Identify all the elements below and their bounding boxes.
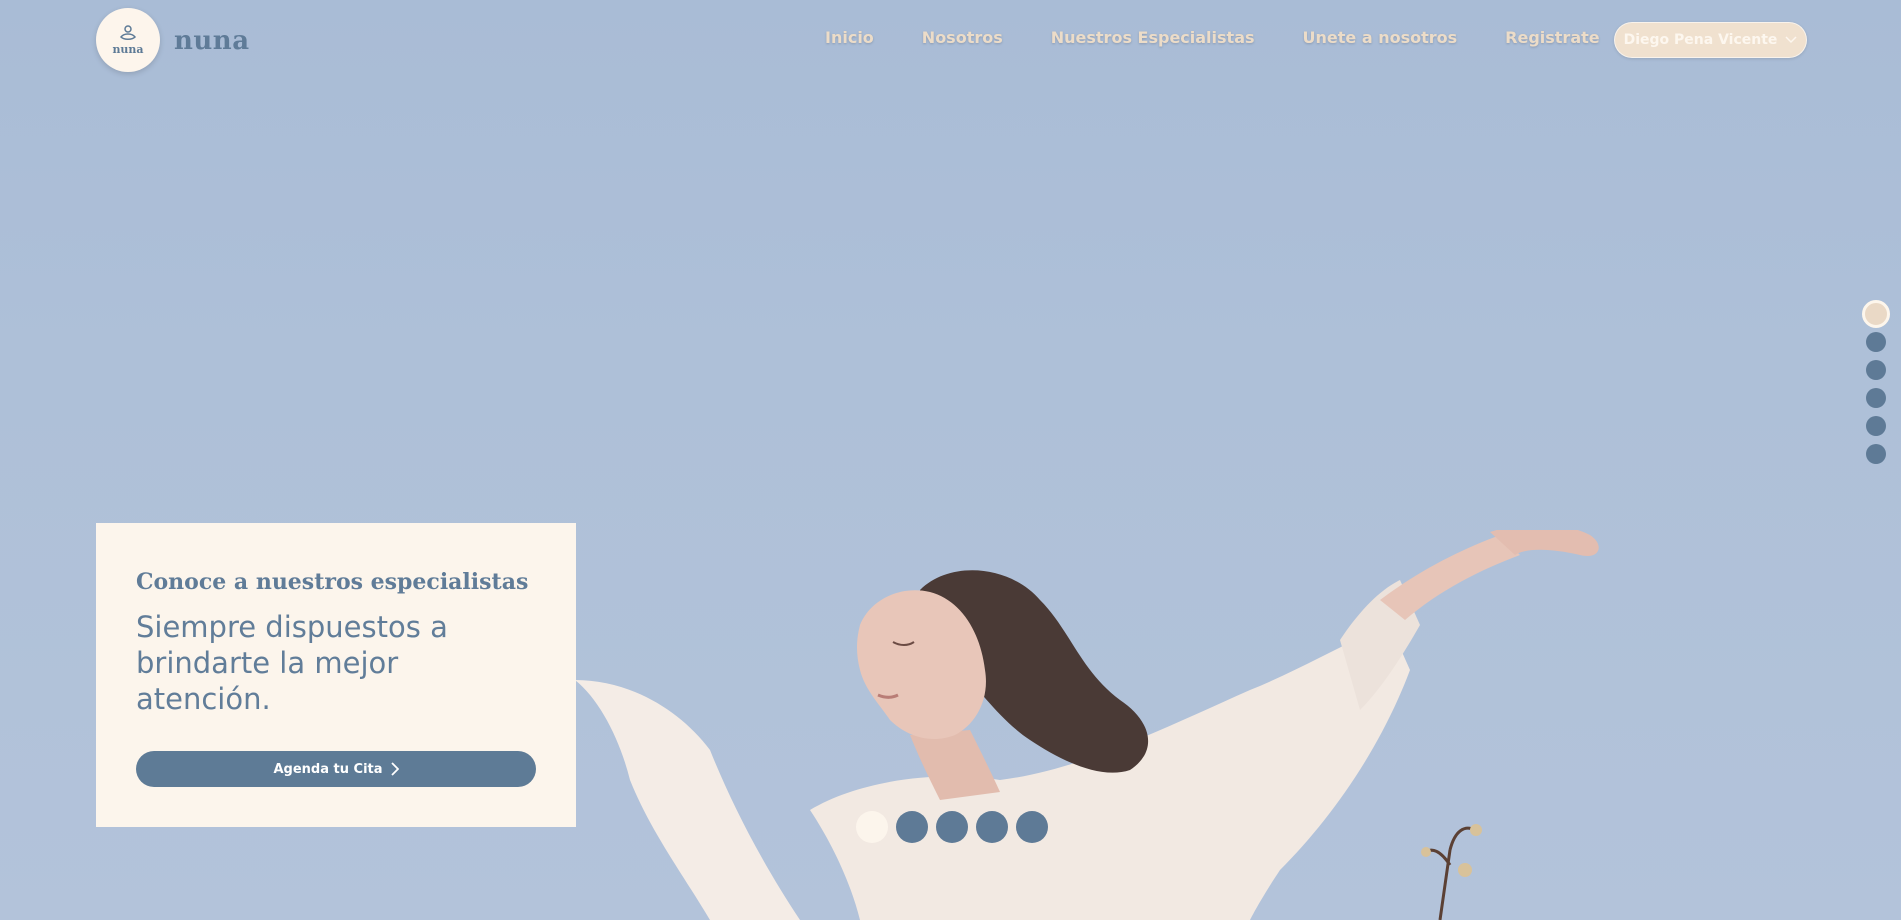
nav-nosotros[interactable]: Nosotros	[922, 28, 1003, 47]
carousel-dot-2[interactable]	[896, 811, 928, 843]
section-dot-3[interactable]	[1866, 360, 1886, 380]
logo-wordmark: nuna	[112, 43, 144, 56]
book-appointment-button[interactable]: Agenda tu Cita	[136, 751, 536, 787]
chevron-down-icon	[1785, 36, 1797, 44]
hero-card: Conoce a nuestros especialistas Siempre …	[96, 523, 576, 827]
section-pagination	[1862, 300, 1890, 472]
section-dot-4[interactable]	[1866, 388, 1886, 408]
brand-name[interactable]: nuna	[174, 26, 250, 56]
user-name: Diego Pena Vicente	[1623, 32, 1778, 48]
cta-label: Agenda tu Cita	[273, 761, 383, 777]
hero-woman-illustration	[575, 530, 1599, 920]
carousel-dot-1[interactable]	[856, 811, 888, 843]
carousel-pagination	[856, 811, 1048, 843]
logo[interactable]: nuna	[96, 8, 160, 72]
lotus-icon	[120, 25, 136, 40]
chevron-right-icon	[390, 762, 399, 776]
main-nav: Inicio Nosotros Nuestros Especialistas U…	[825, 28, 1648, 47]
section-dot-1[interactable]	[1862, 300, 1890, 328]
nav-unete[interactable]: Unete a nosotros	[1303, 28, 1458, 47]
carousel-dot-5[interactable]	[1016, 811, 1048, 843]
user-menu-button[interactable]: Diego Pena Vicente	[1614, 22, 1807, 58]
carousel-dot-4[interactable]	[976, 811, 1008, 843]
card-subtitle: Siempre dispuestos a brindarte la mejor …	[136, 610, 448, 716]
section-dot-5[interactable]	[1866, 416, 1886, 436]
nav-inicio[interactable]: Inicio	[825, 28, 874, 47]
section-dot-2[interactable]	[1866, 332, 1886, 352]
nav-registrate[interactable]: Registrate	[1505, 28, 1599, 47]
hero-section: nuna nuna Inicio Nosotros Nuestros Espec…	[0, 0, 1901, 920]
section-dot-6[interactable]	[1866, 444, 1886, 464]
carousel-dot-3[interactable]	[936, 811, 968, 843]
card-title: Conoce a nuestros especialistas	[136, 569, 529, 595]
nav-especialistas[interactable]: Nuestros Especialistas	[1051, 28, 1255, 47]
